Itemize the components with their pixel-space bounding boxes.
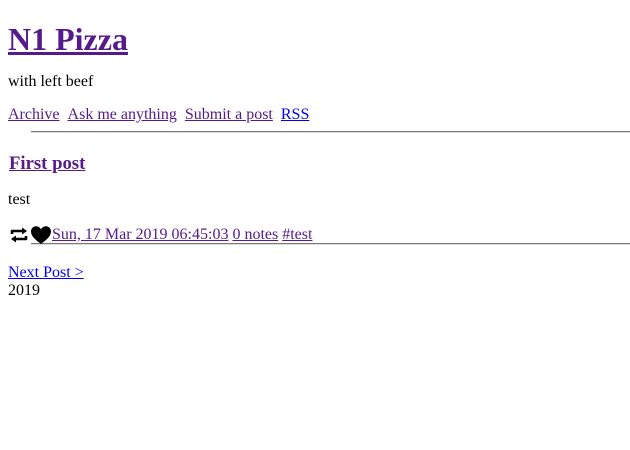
pagination: Next Post > <box>8 264 630 282</box>
divider-top <box>31 131 630 133</box>
nav-archive-link[interactable]: Archive <box>8 106 60 123</box>
next-post-link[interactable]: Next Post > <box>8 264 84 281</box>
post: First post test Sun, 17 Mar 2019 06:45:0… <box>8 153 630 245</box>
post-tag-link[interactable]: #test <box>282 226 312 244</box>
site-tagline: with left beef <box>8 73 94 90</box>
nav-ask-link[interactable]: Ask me anything <box>68 106 177 123</box>
page: N1 Pizza with left beef Archive Ask me a… <box>0 0 630 300</box>
footer-year: 2019 <box>8 282 40 299</box>
post-title-link[interactable]: First post <box>9 153 85 174</box>
post-body: test <box>8 191 31 208</box>
site-title-heading: N1 Pizza <box>8 0 630 58</box>
post-title-heading: First post <box>8 153 630 174</box>
nav-bar: Archive Ask me anything Submit a post RS… <box>8 106 630 124</box>
nav-rss-link[interactable]: RSS <box>281 106 309 123</box>
heart-icon[interactable] <box>30 224 52 246</box>
nav-submit-link[interactable]: Submit a post <box>185 106 273 123</box>
post-notes-link[interactable]: 0 notes <box>232 226 278 244</box>
reblog-icon[interactable] <box>8 224 30 246</box>
site-title-link[interactable]: N1 Pizza <box>8 21 128 57</box>
post-timestamp-link[interactable]: Sun, 17 Mar 2019 06:45:03 <box>52 226 228 244</box>
